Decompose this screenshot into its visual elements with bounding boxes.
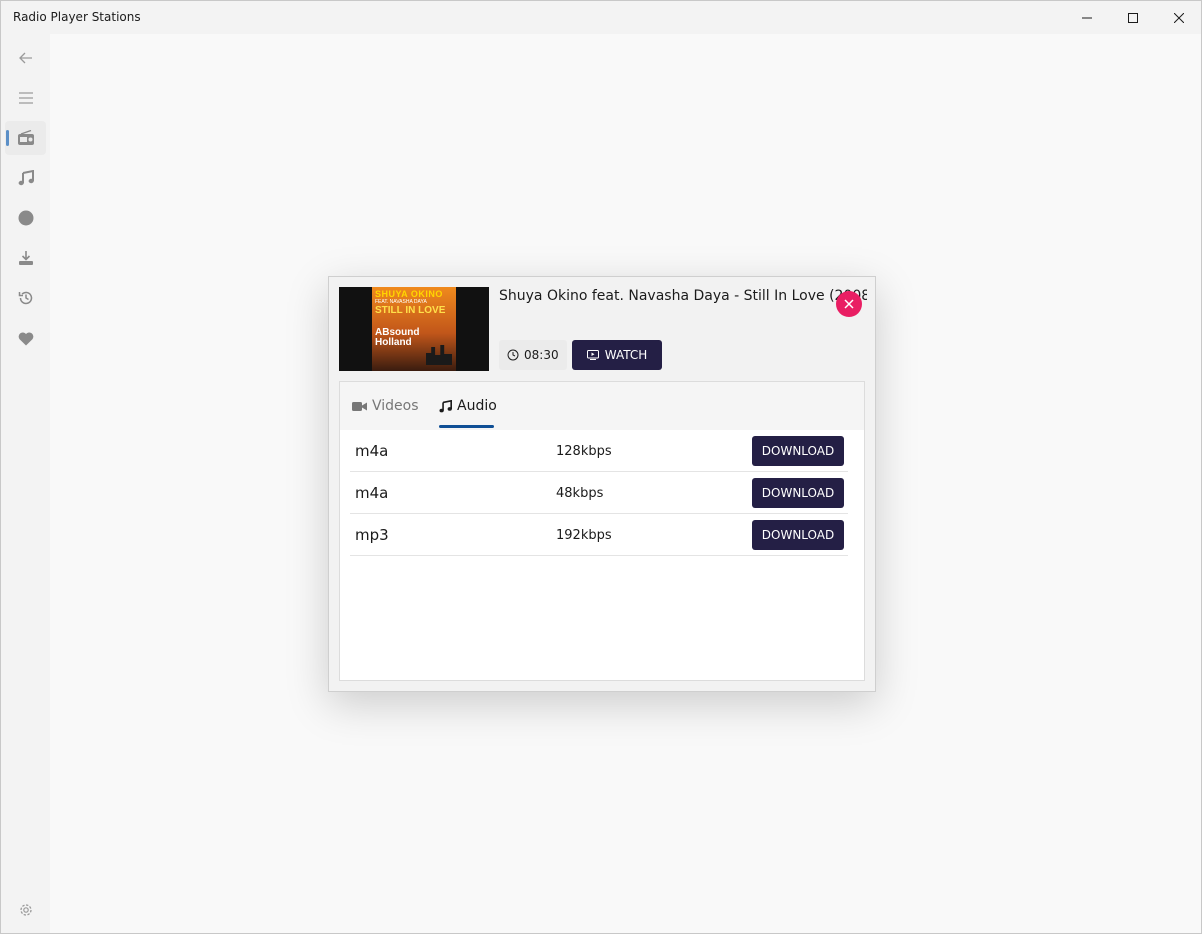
download-button[interactable]: DOWNLOAD (752, 436, 844, 466)
format-label: m4a (355, 484, 389, 502)
watch-label: WATCH (604, 348, 648, 362)
download-dialog: SHUYA OKINO FEAT. NAVASHA DAYA STILL IN … (328, 276, 876, 692)
music-note-icon (18, 170, 34, 186)
cover-skyline-graphic (426, 345, 452, 365)
screen-play-icon (586, 350, 599, 360)
download-button[interactable]: DOWNLOAD (752, 520, 844, 550)
window-title: Radio Player Stations (13, 10, 141, 24)
format-label: m4a (355, 442, 389, 460)
radio-icon (17, 130, 34, 145)
maximize-button[interactable] (1110, 1, 1156, 34)
heart-icon (18, 331, 33, 345)
tab-audio[interactable]: Audio (439, 398, 497, 414)
duration-badge: 08:30 (499, 340, 567, 370)
video-camera-icon (352, 401, 367, 411)
bitrate-label: 192kbps (556, 528, 612, 543)
history-icon (18, 291, 32, 305)
album-cover: SHUYA OKINO FEAT. NAVASHA DAYA STILL IN … (372, 287, 456, 371)
settings-gear-icon (19, 904, 32, 916)
cover-artist: SHUYA OKINO (375, 289, 443, 299)
tab-audio-label: Audio (457, 398, 497, 414)
formats-panel: Videos Audio m4a 128kbps DOWNLOAD m4a 48… (339, 381, 865, 681)
nav-history[interactable] (5, 281, 46, 315)
audio-format-row: m4a 48kbps DOWNLOAD (350, 472, 848, 514)
audio-format-row: m4a 128kbps DOWNLOAD (350, 430, 848, 472)
nav-radio[interactable] (5, 121, 46, 155)
back-button[interactable] (5, 41, 46, 75)
music-note-icon (439, 399, 452, 412)
minimize-button[interactable] (1064, 1, 1110, 34)
active-tab-indicator (439, 425, 494, 428)
maximize-icon (1128, 12, 1138, 23)
sidebar (1, 34, 50, 933)
close-icon (1174, 12, 1184, 23)
menu-toggle-button[interactable] (5, 81, 46, 115)
clock-icon (507, 349, 519, 361)
cover-title: STILL IN LOVE (375, 305, 446, 316)
tab-videos-label: Videos (372, 398, 419, 414)
bitrate-label: 128kbps (556, 444, 612, 459)
close-dialog-button[interactable] (836, 291, 862, 317)
format-tabs: Videos Audio (340, 382, 864, 430)
bitrate-label: 48kbps (556, 486, 604, 501)
settings-button[interactable] (5, 893, 46, 927)
hamburger-menu-icon (18, 92, 33, 104)
nav-record[interactable] (5, 201, 46, 235)
tab-videos[interactable]: Videos (352, 398, 419, 414)
download-button[interactable]: DOWNLOAD (752, 478, 844, 508)
nav-music[interactable] (5, 161, 46, 195)
app-window: Radio Player Stations SHUYA OKINO FEAT. … (0, 0, 1202, 934)
format-label: mp3 (355, 526, 389, 544)
close-icon (844, 299, 854, 309)
nav-favorites[interactable] (5, 321, 46, 355)
minimize-icon (1082, 17, 1092, 18)
watch-button[interactable]: WATCH (572, 340, 662, 370)
duration-text: 08:30 (524, 348, 559, 362)
song-title: Shuya Okino feat. Navasha Daya - Still I… (499, 288, 867, 304)
nav-downloads[interactable] (5, 241, 46, 275)
download-icon (18, 251, 33, 265)
close-window-button[interactable] (1156, 1, 1202, 34)
video-thumbnail: SHUYA OKINO FEAT. NAVASHA DAYA STILL IN … (339, 287, 489, 371)
title-bar: Radio Player Stations (1, 1, 1201, 34)
audio-format-row: mp3 192kbps DOWNLOAD (350, 514, 848, 556)
back-arrow-icon (18, 52, 32, 64)
record-circle-icon (18, 210, 33, 226)
